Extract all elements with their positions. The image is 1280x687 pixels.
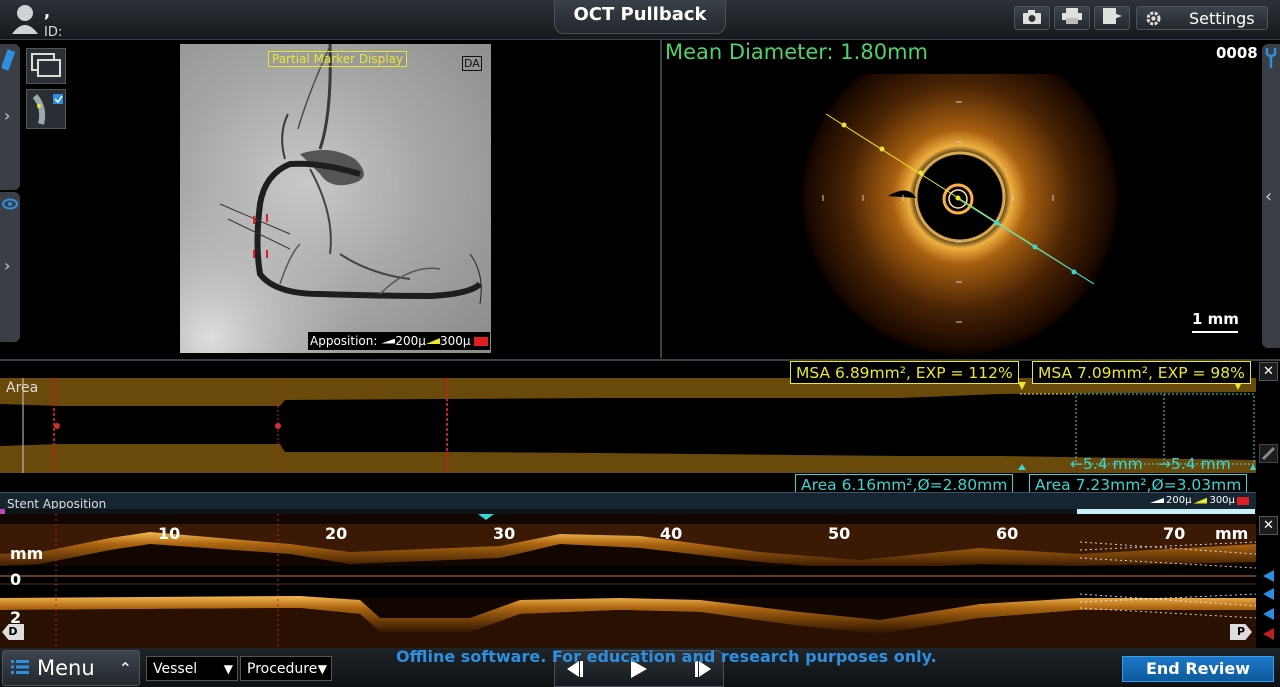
apposition-yellow-swatch [425, 338, 440, 344]
longitudinal-tools [1259, 566, 1278, 642]
apposition-red-swatch [473, 336, 488, 346]
legend-300-label: 300µ [1209, 495, 1235, 506]
legend-yellow-swatch [1193, 497, 1208, 504]
export-button[interactable] [1094, 6, 1130, 30]
snapshot-button[interactable] [1014, 6, 1050, 30]
vessel-dropdown-label: Vessel [153, 660, 198, 677]
expand-chevron-icon[interactable]: › [4, 106, 10, 125]
area-graph-label: Area [6, 380, 39, 396]
gear-icon [1145, 10, 1162, 31]
user-icon [12, 4, 38, 34]
angio-corner-label: DA [462, 56, 482, 71]
frame-number: 0008 [1216, 44, 1258, 62]
tick-70: 70 [1163, 524, 1186, 543]
layout-toggle-button[interactable] [26, 48, 66, 84]
disclaimer-text: Offline software. For education and rese… [396, 647, 937, 666]
length-right-value: 5.4 mm [1171, 455, 1231, 473]
length-left-readout: ←5.4 mm [1070, 455, 1143, 473]
msa-left-readout: MSA 6.89mm², EXP = 112% [790, 361, 1019, 384]
patient-id: ID: [44, 25, 63, 40]
close-icon-2: ✕ [1263, 518, 1274, 533]
list-icon [11, 656, 29, 680]
page-title: OCT Pullback [554, 0, 726, 34]
vessel-icon [27, 94, 65, 132]
tick-20: 20 [325, 524, 348, 543]
tick-30: 30 [493, 524, 516, 543]
msa-right-readout: MSA 7.09mm², EXP = 98% [1032, 361, 1251, 384]
procedure-dropdown-label: Procedure [247, 660, 318, 677]
dropdown-arrow-icon: ▼ [223, 661, 233, 676]
apposition-legend-label: Apposition: [310, 334, 378, 348]
scale-bar [1192, 331, 1238, 333]
stent-apposition-legend: 200µ 300µ [1150, 495, 1249, 506]
mean-diameter-readout: Mean Diameter: 1.80mm [665, 40, 928, 64]
tick-60: 60 [996, 524, 1019, 543]
y-axis-zero: 0 [10, 570, 22, 589]
procedure-dropdown[interactable]: Procedure ▼ [240, 656, 332, 681]
longitudinal-view[interactable]: 10 20 30 40 50 60 70 mm mm 0 2 D P [0, 514, 1256, 648]
patient-name: , [44, 2, 51, 21]
tick-10: 10 [158, 524, 181, 543]
x-axis-unit: mm [1215, 524, 1249, 543]
printer-icon [1061, 8, 1083, 28]
menu-button[interactable]: Menu ⌃ [2, 650, 140, 686]
legend-red-swatch [1236, 496, 1249, 505]
settings-label: Settings [1189, 8, 1255, 28]
eye-icon [2, 196, 18, 215]
legend-200-label: 200µ [1166, 495, 1192, 506]
apposition-white-swatch [381, 338, 396, 344]
close-longitudinal-button[interactable]: ✕ [1259, 516, 1278, 535]
vessel-dropdown[interactable]: Vessel ▼ [146, 656, 238, 681]
settings-button[interactable]: Settings [1136, 6, 1268, 30]
angiogram-image[interactable] [180, 44, 491, 353]
longitudinal-image [0, 514, 1256, 648]
vessel-thumbnail-button[interactable] [26, 89, 66, 129]
lumen-area-profile [0, 378, 1256, 473]
tick-40: 40 [660, 524, 683, 543]
export-icon [1101, 7, 1123, 29]
length-right-readout: →5.4 mm [1158, 455, 1231, 473]
print-button[interactable] [1054, 6, 1090, 30]
camera-icon [1022, 9, 1042, 28]
panel-divider [660, 40, 662, 358]
ruler-icon-small [1260, 446, 1277, 466]
ruler-icon [0, 48, 18, 76]
chevron-up-icon: ⌃ [118, 658, 133, 678]
tool-icon [1264, 46, 1278, 74]
angio-apposition-legend: Apposition: 200µ 300µ [308, 332, 490, 350]
tick-50: 50 [828, 524, 851, 543]
collapse-chevron-icon[interactable]: ‹ [1265, 186, 1272, 207]
oct-cross-section-image[interactable] [798, 37, 1122, 360]
scale-bar-label: 1 mm [1192, 310, 1239, 328]
y-axis-unit: mm [10, 544, 44, 563]
legend-white-swatch [1150, 498, 1164, 503]
menu-label: Menu [37, 656, 95, 680]
windows-icon [27, 53, 65, 87]
area-tool-button[interactable] [1259, 444, 1278, 463]
apposition-200-label: 200µ [395, 334, 426, 348]
dropdown-arrow-icon-2: ▼ [317, 661, 327, 676]
expand-chevron-icon-2[interactable]: › [4, 256, 10, 275]
end-review-button[interactable]: End Review [1122, 656, 1274, 682]
angiogram-vessels [180, 44, 491, 353]
close-area-button[interactable]: ✕ [1259, 362, 1278, 381]
apposition-300-label: 300µ [439, 334, 471, 348]
length-left-value: 5.4 mm [1083, 455, 1143, 473]
stent-apposition-bar: Stent Apposition [0, 492, 1256, 511]
area-graph[interactable] [0, 378, 1256, 473]
close-icon: ✕ [1263, 364, 1274, 379]
partial-marker-display-label[interactable]: Partial Marker Display [268, 51, 408, 67]
